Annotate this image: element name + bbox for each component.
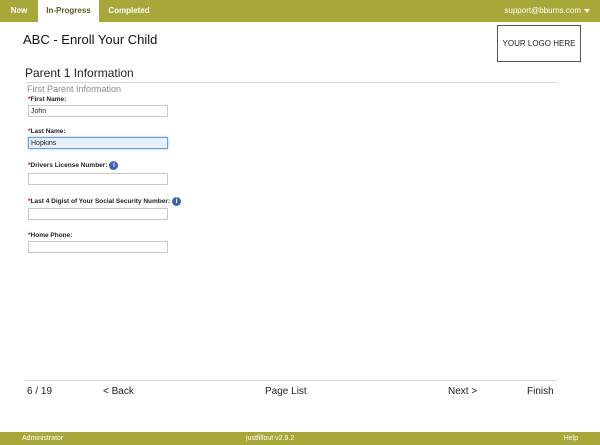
tab-in-progress[interactable]: In-Progress — [38, 0, 99, 22]
ssn-last4-field[interactable] — [28, 208, 168, 220]
finish-button[interactable]: Finish — [527, 386, 554, 397]
chevron-down-icon — [584, 8, 590, 13]
help-icon[interactable]: i — [172, 197, 182, 206]
section-subtitle: First Parent Information — [27, 84, 122, 94]
page-title: ABC - Enroll Your Child — [23, 32, 158, 47]
footer-version: justfillout v2.9.2 — [246, 435, 295, 442]
top-nav-bar: New In-Progress Completed support@bburns… — [0, 0, 600, 22]
next-button[interactable]: Next > — [448, 386, 477, 397]
logo-placeholder: YOUR LOGO HERE — [497, 25, 581, 62]
ssn-last4-label: *Last 4 Digist of Your Social Security N… — [28, 197, 182, 206]
page-list-button[interactable]: Page List — [265, 386, 307, 397]
page-counter: 6 / 19 — [27, 386, 53, 397]
drivers-license-label: *Drivers License Number: i — [28, 161, 119, 170]
help-icon[interactable]: i — [109, 161, 119, 170]
last-name-field[interactable] — [28, 137, 168, 149]
last-name-label: *Last Name: — [28, 128, 66, 135]
account-email: support@bburns.com — [504, 6, 581, 15]
footer-bar: Administrator justfillout v2.9.2 Help — [0, 432, 600, 445]
first-name-field[interactable] — [28, 105, 168, 117]
first-name-label: *First Name: — [28, 96, 67, 103]
home-phone-field[interactable] — [28, 241, 168, 253]
account-menu[interactable]: support@bburns.com — [504, 0, 590, 22]
tab-new[interactable]: New — [0, 0, 38, 22]
section-divider — [25, 82, 557, 83]
nav-divider — [25, 380, 557, 381]
section-title: Parent 1 Information — [25, 66, 134, 80]
footer-user: Administrator — [22, 435, 64, 442]
help-link[interactable]: Help — [564, 432, 578, 445]
drivers-license-field[interactable] — [28, 173, 168, 185]
tab-completed[interactable]: Completed — [99, 0, 159, 22]
home-phone-label: *Home Phone: — [28, 232, 73, 239]
back-button[interactable]: < Back — [103, 386, 134, 397]
